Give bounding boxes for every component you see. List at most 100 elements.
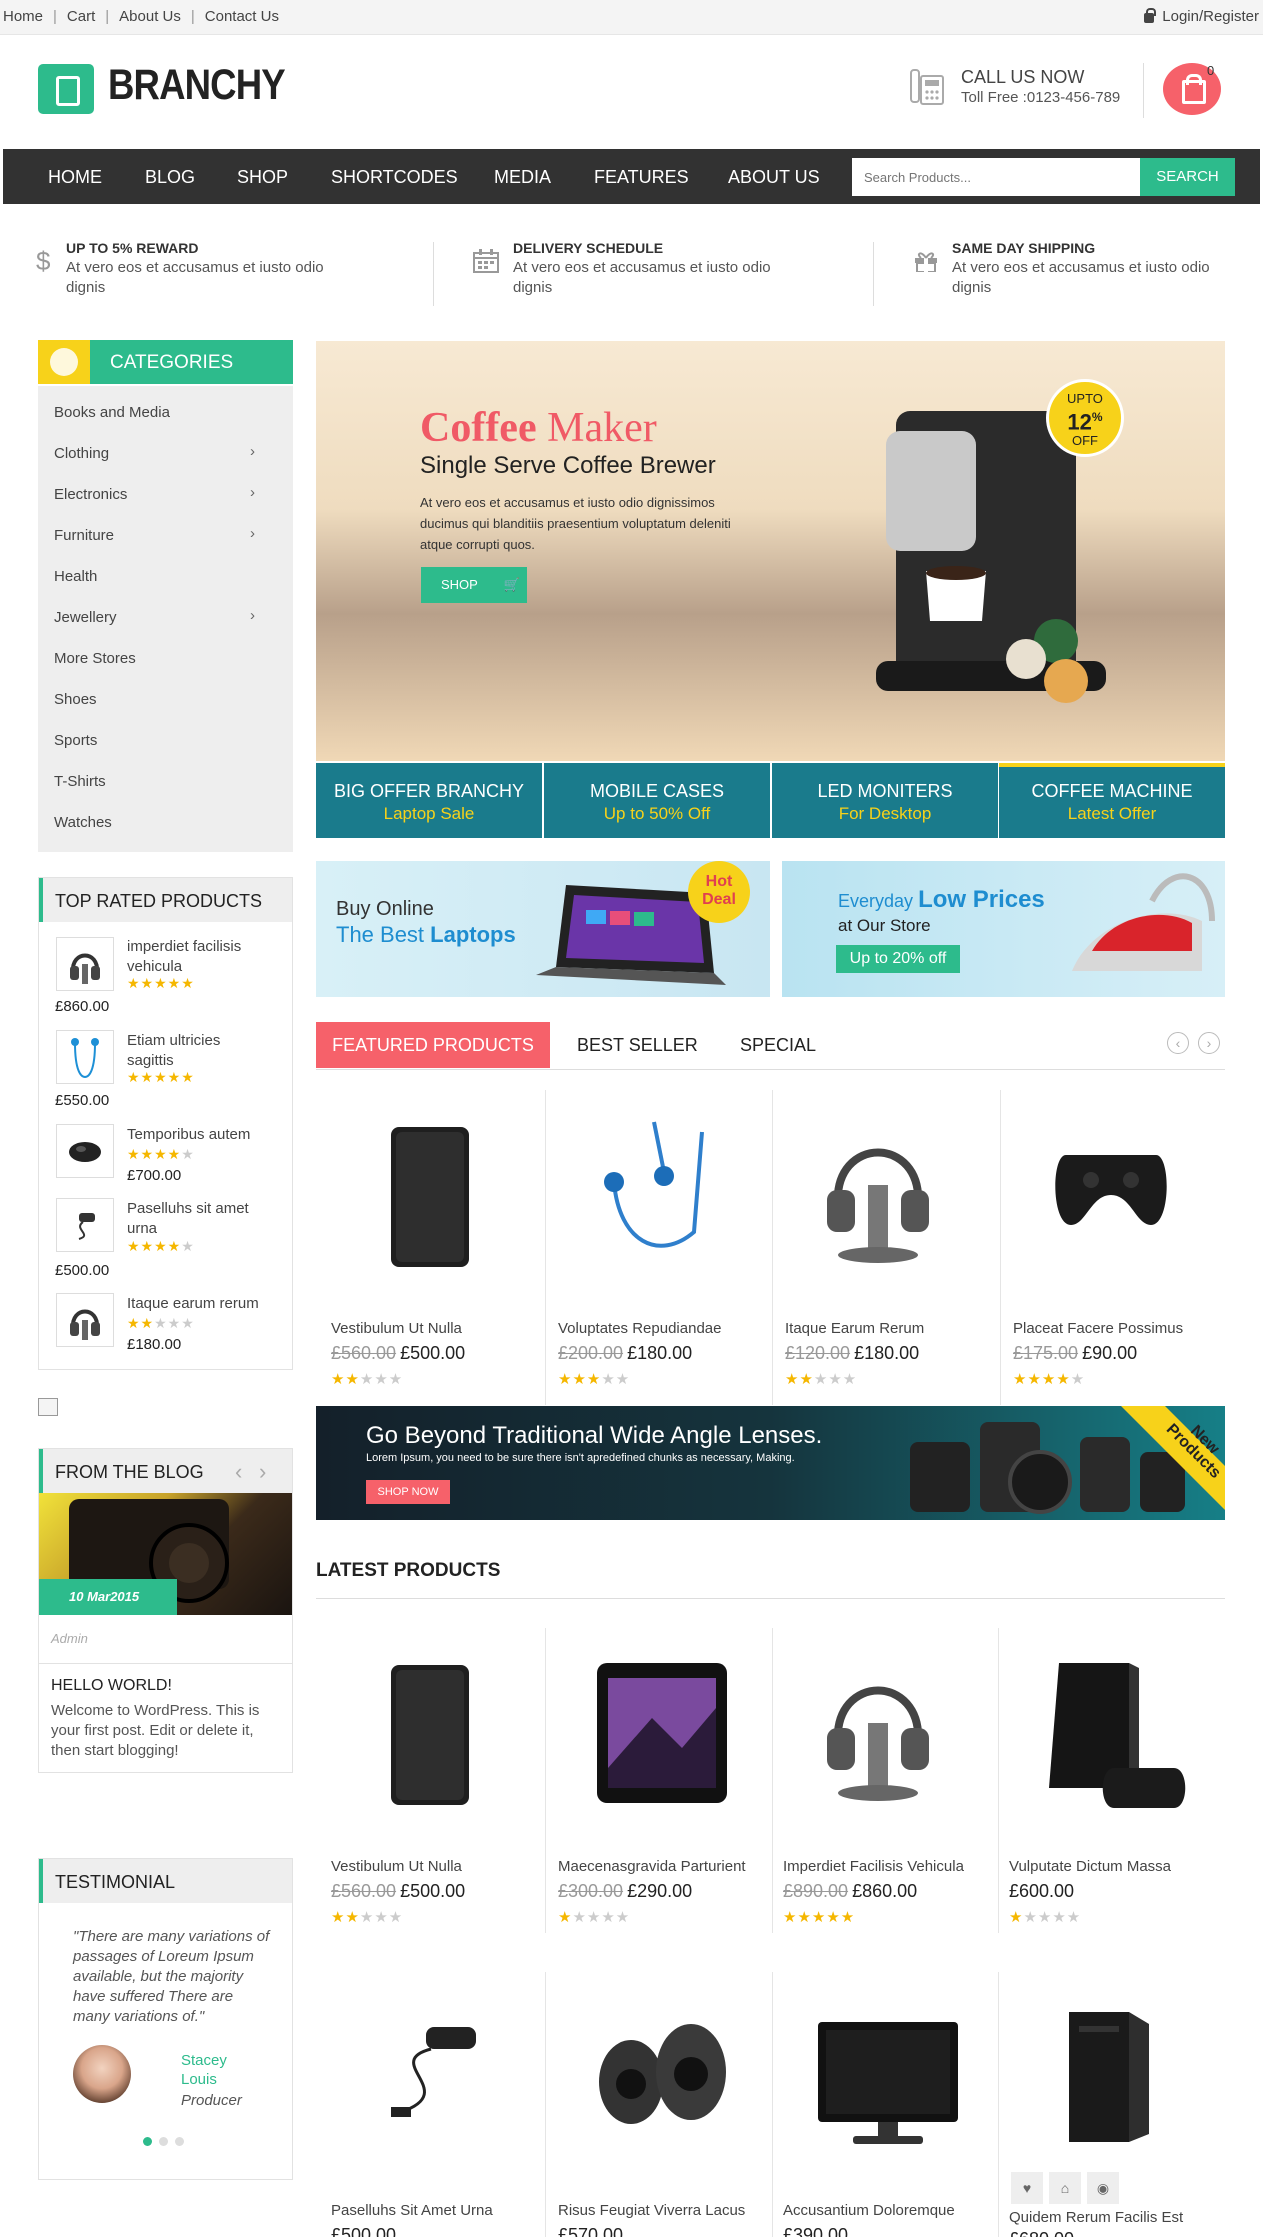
login-register-link[interactable]: Login/Register bbox=[1144, 7, 1259, 25]
product-name[interactable]: Placeat Facere Possimus bbox=[1013, 1320, 1183, 1337]
product-name[interactable]: Paselluhs Sit Amet Urna bbox=[331, 2202, 493, 2219]
product-card[interactable]: Accusantium Doloremque £390.00 bbox=[773, 1972, 999, 2237]
product-name[interactable]: Imperdiet Facilisis Vehicula bbox=[783, 1858, 964, 1875]
product-name[interactable]: Itaque earum rerum bbox=[127, 1294, 267, 1314]
category-jewellery[interactable]: Jewellery bbox=[54, 609, 117, 626]
top-link-contact[interactable]: Contact Us bbox=[205, 8, 279, 25]
product-card[interactable]: Risus Feugiat Viverra Lacus £570.00 bbox=[546, 1972, 773, 2237]
logo-text[interactable]: BRANCHY bbox=[108, 61, 286, 110]
product-name[interactable]: Voluptates Repudiandae bbox=[558, 1320, 721, 1337]
laptop-banner[interactable]: Buy Online The Best Laptops Hot Deal bbox=[316, 861, 770, 997]
product-name[interactable]: Risus Feugiat Viverra Lacus bbox=[558, 2202, 745, 2219]
hero-tab-laptop[interactable]: BIG OFFER BRANCHY Laptop Sale bbox=[316, 763, 542, 838]
nav-about-us[interactable]: ABOUT US bbox=[728, 167, 820, 188]
product-name[interactable]: Vestibulum Ut Nulla bbox=[331, 1320, 462, 1337]
hero-tab-led[interactable]: LED MONITERS For Desktop bbox=[772, 763, 998, 838]
category-health[interactable]: Health bbox=[54, 568, 97, 585]
top-link-home[interactable]: Home bbox=[3, 8, 43, 25]
top-link-about[interactable]: About Us bbox=[119, 8, 181, 25]
product-price: £700.00 bbox=[127, 1167, 182, 1184]
chevron-right-icon[interactable]: › bbox=[250, 525, 255, 542]
carousel-prev-icon[interactable]: ‹ bbox=[1167, 1032, 1189, 1054]
carousel-dot[interactable] bbox=[159, 2137, 168, 2146]
product-name[interactable]: Accusantium Doloremque bbox=[783, 2202, 955, 2219]
hero-tab-mobile[interactable]: MOBILE CASES Up to 50% Off bbox=[544, 763, 770, 838]
category-more-stores[interactable]: More Stores bbox=[54, 650, 136, 667]
category-shoes[interactable]: Shoes bbox=[54, 691, 97, 708]
search-input[interactable] bbox=[852, 158, 1140, 196]
product-name[interactable]: Itaque Earum Rerum bbox=[785, 1320, 924, 1337]
category-tshirts[interactable]: T-Shirts bbox=[54, 773, 106, 790]
product-name[interactable]: Vulputate Dictum Massa bbox=[1009, 1858, 1171, 1875]
product-card[interactable]: Placeat Facere Possimus £175.00 £90.00 ★★… bbox=[1001, 1090, 1225, 1405]
product-thumb[interactable] bbox=[56, 1124, 114, 1178]
product-name[interactable]: Etiam ultricies sagittis bbox=[127, 1031, 267, 1071]
nav-home[interactable]: HOME bbox=[48, 167, 102, 188]
product-name[interactable]: Paselluhs sit amet urna bbox=[127, 1199, 267, 1239]
product-thumb[interactable] bbox=[56, 1198, 114, 1252]
product-card[interactable]: Vestibulum Ut Nulla £560.00 £500.00 ★★★★★ bbox=[316, 1628, 546, 1933]
product-price: £180.00 bbox=[127, 1336, 182, 1353]
nav-features[interactable]: FEATURES bbox=[594, 167, 689, 188]
hero-title-a: Coffee bbox=[420, 405, 537, 451]
low-prices-banner[interactable]: Everyday Low Prices at Our Store Up to 2… bbox=[782, 861, 1225, 997]
basket-icon[interactable]: ⌂ bbox=[1049, 2172, 1081, 2204]
nav-media[interactable]: MEDIA bbox=[494, 167, 551, 188]
category-electronics[interactable]: Electronics bbox=[54, 486, 127, 503]
product-card[interactable]: ♥ ⌂ ◉ Quidem Rerum Facilis Est £680.00 bbox=[999, 1972, 1225, 2237]
category-watches[interactable]: Watches bbox=[54, 814, 112, 831]
tab-special[interactable]: SPECIAL bbox=[740, 1022, 816, 1068]
rating-stars: ★★★★★ bbox=[127, 1069, 195, 1085]
old-price: £175.00 bbox=[1013, 1343, 1079, 1363]
product-name[interactable]: Maecenasgravida Parturient bbox=[558, 1858, 746, 1875]
category-furniture[interactable]: Furniture bbox=[54, 527, 114, 544]
tab-best-seller[interactable]: BEST SELLER bbox=[577, 1022, 698, 1068]
product-name[interactable]: Vestibulum Ut Nulla bbox=[331, 1858, 462, 1875]
category-books[interactable]: Books and Media bbox=[54, 404, 170, 421]
nav-shortcodes[interactable]: SHORTCODES bbox=[331, 167, 458, 188]
product-name[interactable]: Temporibus autem bbox=[127, 1125, 267, 1145]
product-price: £500.00 bbox=[55, 1262, 110, 1279]
logo-icon[interactable] bbox=[38, 64, 94, 114]
nav-shop[interactable]: SHOP bbox=[237, 167, 288, 188]
product-card[interactable]: Voluptates Repudiandae £200.00 £180.00 ★★… bbox=[546, 1090, 773, 1405]
product-name[interactable]: Quidem Rerum Facilis Est bbox=[1009, 2209, 1183, 2226]
carousel-next-icon[interactable]: › bbox=[1198, 1032, 1220, 1054]
product-card[interactable]: Paselluhs Sit Amet Urna £500.00 bbox=[316, 1972, 546, 2237]
tab-featured[interactable]: FEATURED PRODUCTS bbox=[316, 1022, 550, 1068]
product-price-row: £200.00 £180.00 bbox=[558, 1343, 692, 1364]
nav-blog[interactable]: BLOG bbox=[145, 167, 195, 188]
chevron-right-icon[interactable]: › bbox=[250, 443, 255, 460]
car-charger-image bbox=[391, 2027, 476, 2117]
product-card[interactable]: Itaque Earum Rerum £120.00 £180.00 ★★★★★ bbox=[773, 1090, 1001, 1405]
chevron-right-icon[interactable]: › bbox=[250, 607, 255, 624]
blog-post-title[interactable]: HELLO WORLD! bbox=[51, 1677, 172, 1695]
wishlist-icon[interactable]: ♥ bbox=[1011, 2172, 1043, 2204]
hero-tab-coffee[interactable]: COFFEE MACHINE Latest Offer bbox=[999, 763, 1225, 838]
carousel-dot[interactable] bbox=[175, 2137, 184, 2146]
top-rated-box: TOP RATED PRODUCTS imperdiet facilisis v… bbox=[38, 877, 293, 1370]
product-card[interactable]: Imperdiet Facilisis Vehicula £890.00 £860… bbox=[773, 1628, 999, 1933]
product-card[interactable]: Vestibulum Ut Nulla £560.00 £500.00 ★★★★★ bbox=[316, 1090, 546, 1405]
lens-banner[interactable]: Go Beyond Traditional Wide Angle Lenses.… bbox=[316, 1406, 1225, 1520]
feature-title: DELIVERY SCHEDULE bbox=[513, 240, 664, 256]
carousel-dot-active[interactable] bbox=[143, 2137, 152, 2146]
category-sports[interactable]: Sports bbox=[54, 732, 97, 749]
search-button[interactable]: SEARCH bbox=[1140, 158, 1235, 196]
rating-stars: ★★★★★ bbox=[127, 1315, 195, 1331]
shop-now-button[interactable]: SHOP NOW bbox=[366, 1480, 450, 1504]
chevron-right-icon[interactable]: › bbox=[259, 1459, 266, 1485]
eye-icon[interactable]: ◉ bbox=[1087, 2172, 1119, 2204]
chevron-left-icon[interactable]: ‹ bbox=[235, 1459, 242, 1485]
product-card[interactable]: Maecenasgravida Parturient £300.00 £290.0… bbox=[546, 1628, 773, 1933]
category-clothing[interactable]: Clothing bbox=[54, 445, 109, 462]
hero-shop-button[interactable]: SHOP 🛒 bbox=[421, 567, 527, 603]
product-name[interactable]: imperdiet facilisis vehicula bbox=[127, 937, 267, 977]
product-card[interactable]: Vulputate Dictum Massa £600.00 ★★★★★ bbox=[999, 1628, 1225, 1933]
product-thumb[interactable] bbox=[56, 937, 114, 991]
product-thumb[interactable] bbox=[56, 1030, 114, 1084]
feature-divider bbox=[433, 242, 434, 306]
chevron-right-icon[interactable]: › bbox=[250, 484, 255, 501]
product-thumb[interactable] bbox=[56, 1293, 114, 1347]
top-link-cart[interactable]: Cart bbox=[67, 8, 95, 25]
